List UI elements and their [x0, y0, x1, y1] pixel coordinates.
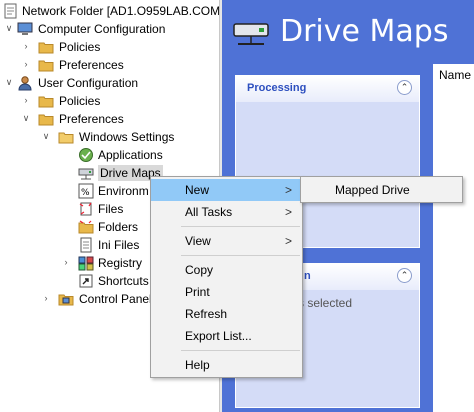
collapsed-chevron-icon[interactable]: ›: [21, 41, 31, 51]
computer-icon: [17, 22, 33, 35]
menu-item-copy[interactable]: Copy: [151, 259, 302, 281]
applications-icon: [79, 148, 93, 162]
folder-open-icon: [58, 132, 74, 144]
shortcut-icon: [79, 274, 93, 288]
folder-icon: [38, 114, 54, 126]
tree-label: Preferences: [59, 112, 124, 126]
folder-icon: [38, 96, 54, 108]
collapse-up-icon[interactable]: ⌃: [397, 268, 412, 283]
registry-icon: [78, 256, 94, 271]
ini-file-icon: [80, 237, 92, 253]
menu-item-new[interactable]: New >: [151, 179, 302, 201]
tree-label: Windows Settings: [79, 130, 175, 144]
tree-label: User Configuration: [38, 76, 139, 90]
control-panel-icon: [58, 294, 74, 306]
menu-item-refresh[interactable]: Refresh: [151, 303, 302, 325]
collapse-up-icon[interactable]: ⌃: [397, 80, 412, 95]
menu-item-label: Help: [185, 358, 210, 372]
tree-label: Shortcuts: [98, 274, 149, 288]
tree-label: Policies: [59, 40, 101, 54]
menu-item-mapped-drive[interactable]: Mapped Drive: [301, 179, 462, 201]
user-icon: [18, 76, 32, 91]
menu-item-label: View: [185, 234, 211, 248]
folder-icon: [38, 42, 54, 54]
svg-text:%: %: [81, 188, 90, 198]
tree-label: Network Folder [AD1.O959LAB.COM]: [22, 4, 219, 18]
expand-chevron-icon[interactable]: ∨: [41, 131, 51, 141]
tree-label: Control Panel: [79, 292, 152, 306]
menu-item-help[interactable]: Help: [151, 354, 302, 376]
item-list[interactable]: Name: [433, 64, 474, 412]
menu-separator: [181, 226, 300, 227]
menu-item-export-list[interactable]: Export List...: [151, 325, 302, 347]
description-panel-title: n: [304, 270, 311, 282]
menu-item-label: Print: [185, 285, 210, 299]
submenu-arrow-icon: >: [284, 205, 292, 219]
tree-label: Ini Files: [98, 238, 140, 252]
tree-label: Folders: [98, 220, 139, 234]
new-submenu: Mapped Drive: [300, 176, 463, 203]
menu-item-label: Copy: [185, 263, 214, 277]
expand-chevron-icon[interactable]: ∨: [4, 23, 14, 33]
collapsed-chevron-icon[interactable]: ›: [21, 95, 31, 105]
files-icon: [79, 202, 92, 216]
page-title: Drive Maps: [280, 14, 449, 49]
policy-document-icon: [4, 3, 17, 19]
menu-separator: [181, 350, 300, 351]
menu-separator: [181, 255, 300, 256]
selection-status-text: s selected: [298, 296, 353, 310]
tree-label: Registry: [98, 256, 143, 270]
expand-chevron-icon[interactable]: ∨: [21, 113, 31, 123]
drive-map-icon: [78, 168, 94, 180]
menu-item-label: All Tasks: [185, 205, 233, 219]
tree-label: Computer Configuration: [38, 22, 166, 36]
menu-item-label: New: [185, 183, 210, 197]
column-header-name[interactable]: Name: [439, 68, 471, 82]
menu-item-label: Refresh: [185, 307, 228, 321]
folders-icon: [78, 220, 94, 234]
tree-label: Environm: [98, 184, 149, 198]
menu-item-view[interactable]: View >: [151, 230, 302, 252]
submenu-arrow-icon: >: [284, 234, 292, 248]
collapsed-chevron-icon[interactable]: ›: [61, 257, 71, 267]
tree-label: Applications: [98, 148, 163, 162]
processing-panel-title: Processing: [247, 82, 307, 94]
collapsed-chevron-icon[interactable]: ›: [21, 59, 31, 69]
tree-label: Files: [98, 202, 124, 216]
expand-chevron-icon[interactable]: ∨: [4, 77, 14, 87]
drive-map-banner-icon: [233, 23, 269, 45]
menu-item-label: Export List...: [185, 329, 252, 343]
processing-panel-header: Processing ⌃: [236, 76, 419, 102]
menu-item-label: Mapped Drive: [335, 183, 410, 197]
tree-label: Policies: [59, 94, 101, 108]
menu-item-all-tasks[interactable]: All Tasks >: [151, 201, 302, 223]
collapsed-chevron-icon[interactable]: ›: [41, 293, 51, 303]
tree-label: Preferences: [59, 58, 124, 72]
context-menu: New > All Tasks > View > Copy Print Refr…: [150, 176, 303, 378]
environment-icon: %: [78, 183, 94, 199]
submenu-arrow-icon: >: [284, 183, 292, 197]
menu-item-print[interactable]: Print: [151, 281, 302, 303]
folder-icon: [38, 60, 54, 72]
